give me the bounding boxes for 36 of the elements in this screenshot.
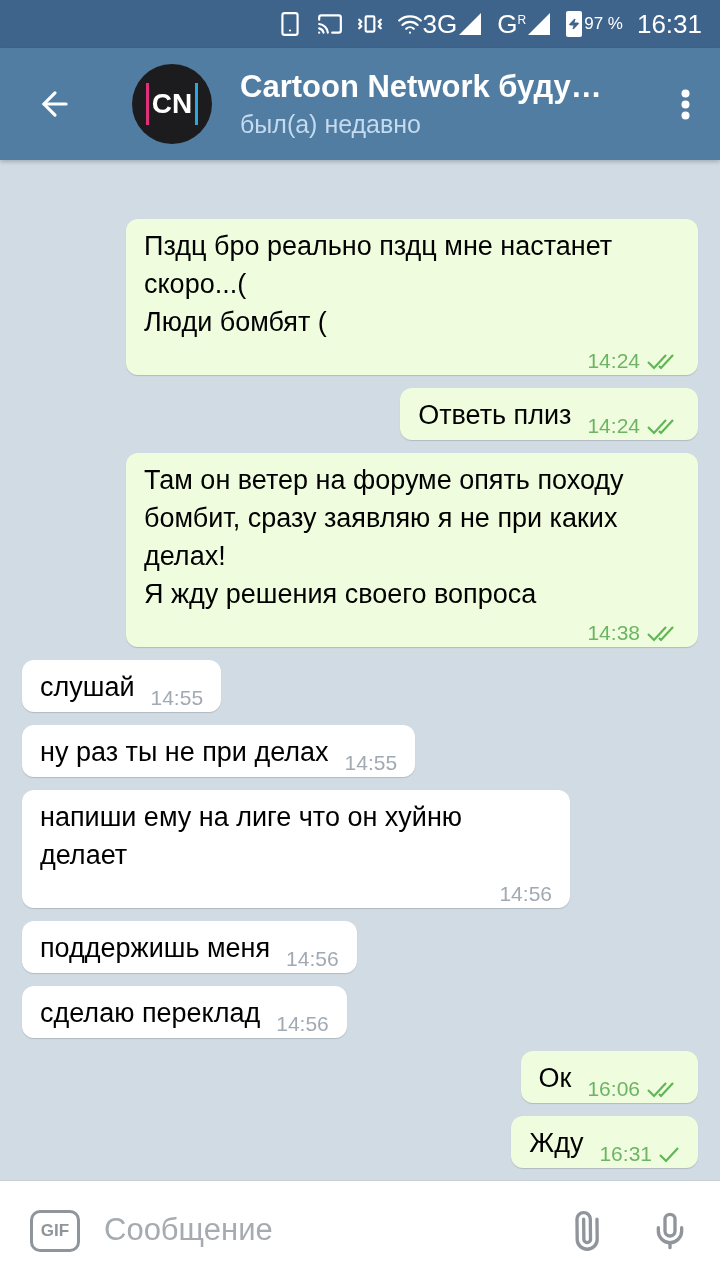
message-time: 14:55 [150, 685, 204, 711]
menu-button[interactable] [681, 88, 690, 120]
message-text: ну раз ты не при делах [40, 736, 329, 769]
chat-status: был(а) недавно [240, 109, 423, 140]
menu-icon [681, 88, 690, 120]
message-time: 14:38 [587, 620, 640, 646]
signal-icon [457, 11, 484, 37]
message-text: Там он ветер на форуме опять походу бомбит, сразу заявляю я не при каких делах! Я жду решения своего вопроса [144, 464, 625, 611]
message-input[interactable]: Сообщение [104, 1207, 566, 1254]
network-type: 3G [422, 7, 458, 41]
message-text: слушай [40, 671, 135, 704]
message-time: 14:56 [276, 1011, 329, 1037]
message-time: 16:31 [599, 1141, 652, 1167]
roaming-indicator: R [517, 11, 527, 29]
message-text: Ок [538, 1062, 572, 1095]
message-text: сделаю переклад [40, 997, 261, 1030]
message-text: Жду [529, 1127, 584, 1160]
gif-button[interactable]: GIF [30, 1209, 80, 1252]
network-type: G [497, 7, 518, 41]
message-text: поддержишь меня [40, 932, 271, 965]
chat-title: Cartoon Network буду… [240, 68, 603, 106]
battery-percent: 97 % [584, 13, 623, 36]
cast-icon [316, 11, 343, 37]
clock: 16:31 [636, 7, 702, 41]
message-text: напиши ему на лиге что он хуйню делает [40, 801, 464, 872]
message-time: 14:24 [587, 413, 640, 439]
avatar-logo: CN [145, 83, 199, 125]
signal-icon [526, 11, 553, 37]
message-time: 14:56 [499, 881, 552, 907]
charging-icon [568, 18, 581, 30]
message-time: 14:56 [286, 946, 339, 972]
message-text: Пздц бро реально пздц мне настанет скоро...( Люди бомбят ( [144, 230, 614, 339]
message-time: 14:24 [587, 348, 640, 374]
message-time: 16:06 [587, 1076, 640, 1102]
message-text: Ответь плиз [418, 399, 572, 432]
message-time: 14:55 [344, 750, 398, 776]
